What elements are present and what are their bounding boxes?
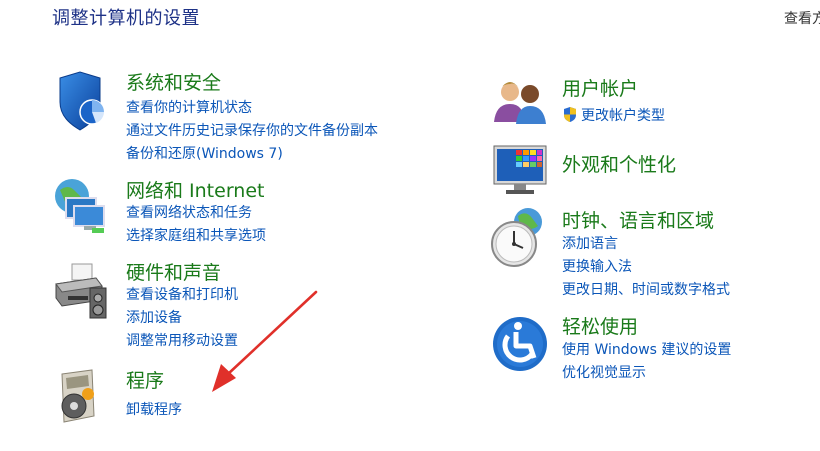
category-hardware-sound: 硬件和声音 查看设备和打印机 添加设备 调整常用移动设置 xyxy=(52,258,432,350)
category-system-security: 系统和安全 查看你的计算机状态 通过文件历史记录保存你的文件备份副本 备份和还原… xyxy=(52,68,432,168)
printer-icon[interactable] xyxy=(52,258,112,319)
category-clock-language-region: 时钟、语言和区域 添加语言 更换输入法 更改日期、时间或数字格式 xyxy=(490,206,810,298)
link-add-device[interactable]: 添加设备 xyxy=(126,307,182,327)
link-view-computer-status[interactable]: 查看你的计算机状态 xyxy=(126,97,252,117)
appearance-title[interactable]: 外观和个性化 xyxy=(562,150,676,177)
system-security-title[interactable]: 系统和安全 xyxy=(126,68,221,95)
category-network-internet: 网络和 Internet 查看网络状态和任务 选择家庭组和共享选项 xyxy=(52,176,432,256)
category-appearance: 外观和个性化 xyxy=(490,140,810,200)
ease-of-access-icon[interactable] xyxy=(490,312,550,372)
link-homegroup-sharing[interactable]: 选择家庭组和共享选项 xyxy=(126,225,266,245)
view-by-label[interactable]: 查看方 xyxy=(784,8,820,28)
link-network-status[interactable]: 查看网络状态和任务 xyxy=(126,202,252,222)
network-globe-icon[interactable] xyxy=(52,176,112,236)
link-file-history-backup[interactable]: 通过文件历史记录保存你的文件备份副本 xyxy=(126,120,378,140)
link-optimize-visual-display[interactable]: 优化视觉显示 xyxy=(562,362,646,382)
link-add-language[interactable]: 添加语言 xyxy=(562,233,618,253)
clock-language-region-title[interactable]: 时钟、语言和区域 xyxy=(562,206,714,233)
category-ease-of-access: 轻松使用 使用 Windows 建议的设置 优化视觉显示 xyxy=(490,312,810,382)
uac-shield-icon xyxy=(562,106,578,127)
monitor-palette-icon[interactable] xyxy=(490,140,550,200)
network-internet-title[interactable]: 网络和 Internet xyxy=(126,176,264,203)
link-change-account-type[interactable]: 更改帐户类型 xyxy=(562,105,665,127)
hardware-sound-title[interactable]: 硬件和声音 xyxy=(126,258,221,285)
user-accounts-title[interactable]: 用户帐户 xyxy=(562,74,638,101)
page-title: 调整计算机的设置 xyxy=(52,8,200,29)
category-user-accounts: 用户帐户 更改帐户类型 xyxy=(490,74,810,134)
link-backup-restore[interactable]: 备份和还原(Windows 7) xyxy=(126,143,283,163)
users-icon[interactable] xyxy=(490,74,550,134)
category-programs: 程序 卸载程序 xyxy=(52,366,432,426)
link-date-time-format[interactable]: 更改日期、时间或数字格式 xyxy=(562,279,730,299)
shield-icon[interactable] xyxy=(52,68,112,131)
link-change-account-type-label: 更改帐户类型 xyxy=(581,108,665,124)
link-windows-recommended-settings[interactable]: 使用 Windows 建议的设置 xyxy=(562,339,731,359)
ease-of-access-title[interactable]: 轻松使用 xyxy=(562,312,638,339)
link-devices-printers[interactable]: 查看设备和打印机 xyxy=(126,284,238,304)
link-change-input-method[interactable]: 更换输入法 xyxy=(562,256,632,276)
programs-disc-icon[interactable] xyxy=(52,366,112,426)
link-mobility-settings[interactable]: 调整常用移动设置 xyxy=(126,330,238,350)
programs-title[interactable]: 程序 xyxy=(126,366,164,393)
clock-globe-icon[interactable] xyxy=(490,206,550,267)
link-uninstall-program[interactable]: 卸载程序 xyxy=(126,399,182,419)
